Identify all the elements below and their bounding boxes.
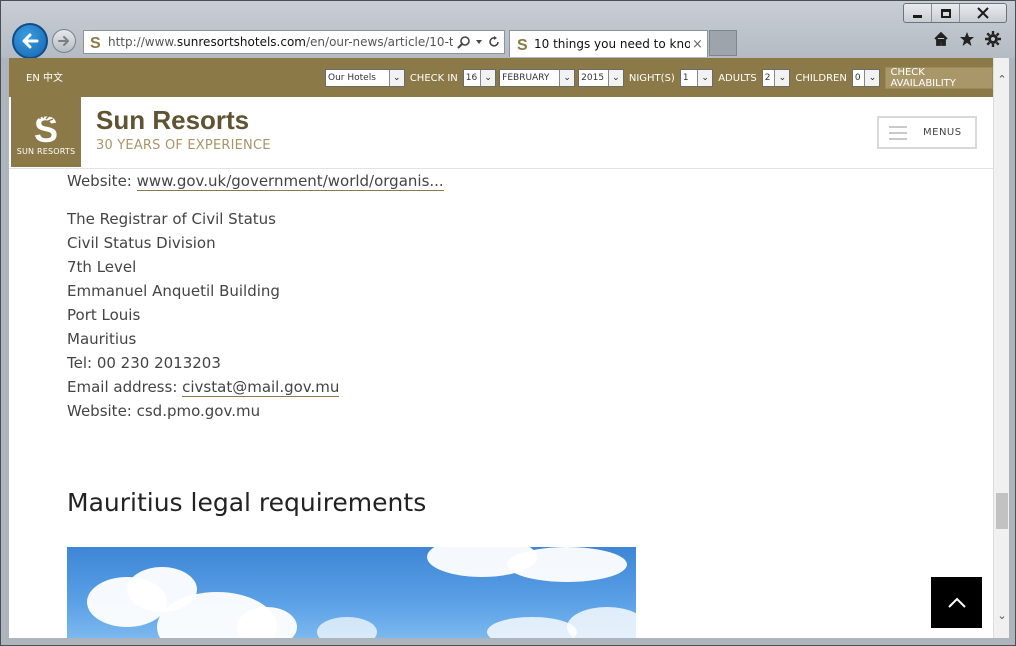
browser-window: S http://www.sunresortshotels.com/en/our…: [0, 0, 1016, 646]
site-header: S SUN RESORTS Sun Resorts 30 YEARS OF EX…: [9, 97, 993, 169]
tab-favicon-icon: S: [517, 37, 528, 52]
tab-title: 10 things you need to know...: [534, 37, 690, 51]
address-line: Mauritius: [67, 330, 137, 348]
email-line: Email address: civstat@mail.gov.mu: [67, 375, 927, 399]
website-link[interactable]: www.gov.uk/government/world/organis...: [136, 172, 444, 191]
chevron-down-icon: ⌄: [480, 70, 496, 86]
site-logo[interactable]: S SUN RESORTS: [11, 97, 81, 167]
website-line-2: Website: csd.pmo.gov.mu: [67, 402, 261, 420]
svg-text:S: S: [517, 37, 528, 52]
chevron-down-icon: ⌄: [864, 70, 880, 86]
favorites-star-icon[interactable]: [959, 31, 975, 47]
month-select[interactable]: FEBRUARY ⌄: [499, 69, 576, 87]
vertical-scrollbar[interactable]: ⌃ ⌄: [993, 58, 1009, 638]
nights-label: NIGHT(S): [628, 72, 675, 84]
back-button[interactable]: [12, 23, 48, 59]
maximize-icon: [940, 8, 951, 18]
minimize-icon: [913, 14, 922, 18]
address-line: The Registrar of Civil Status: [67, 210, 276, 228]
nights-select[interactable]: 1 ⌄: [679, 69, 714, 87]
adults-label: ADULTS: [718, 72, 757, 84]
brand-subtitle: 30 YEARS OF EXPERIENCE: [96, 138, 271, 153]
children-label: CHILDREN: [795, 72, 847, 84]
refresh-icon[interactable]: [487, 35, 501, 49]
address-line: Port Louis: [67, 306, 141, 324]
menus-label: MENUS: [923, 127, 962, 138]
email-label: Email address:: [67, 378, 183, 396]
section-heading: Mauritius legal requirements: [67, 488, 427, 517]
year-value: 2015: [581, 73, 605, 83]
menus-button[interactable]: MENUS: [877, 116, 977, 149]
chevron-down-icon: ⌄: [388, 70, 404, 86]
year-select[interactable]: 2015 ⌄: [578, 69, 624, 87]
adults-select[interactable]: 2 ⌄: [761, 69, 791, 87]
day-select[interactable]: 16 ⌄: [462, 69, 497, 87]
logo-caption: SUN RESORTS: [16, 146, 76, 156]
brand-title[interactable]: Sun Resorts: [96, 105, 249, 136]
check-availability-button[interactable]: CHECK AVAILABILITY: [885, 67, 993, 89]
chevron-down-icon: ⌄: [697, 70, 713, 86]
url-domain: sunresortshotels.com: [176, 35, 306, 49]
booking-form: Our Hotels ⌄ CHECK IN 16 ⌄ FEBRUARY ⌄ 2015 ⌄…: [325, 67, 993, 89]
home-icon[interactable]: [933, 31, 949, 47]
article-content: Website: www.gov.uk/government/world/org…: [67, 169, 927, 423]
chevron-up-icon: [947, 597, 966, 608]
chevron-down-icon: ⌄: [559, 70, 575, 86]
back-arrow-icon: [22, 33, 39, 49]
booking-bar: EN 中文 Our Hotels ⌄ CHECK IN 16 ⌄ FEBRUARY ⌄…: [9, 58, 993, 97]
hamburger-icon: [889, 125, 907, 140]
minimize-button[interactable]: [904, 4, 932, 22]
website-line: Website: www.gov.uk/government/world/org…: [67, 169, 927, 193]
url-path: /en/our-news/article/10-things: [306, 35, 453, 49]
address-line: Emmanuel Anquetil Building: [67, 282, 280, 300]
dropdown-icon[interactable]: [475, 38, 483, 46]
close-icon: [977, 7, 989, 19]
address-tools: [453, 35, 501, 49]
new-tab-button[interactable]: [709, 30, 737, 56]
language-switcher[interactable]: EN 中文: [26, 69, 63, 84]
tab-close-icon[interactable]: ×: [692, 37, 703, 52]
address-line: Civil Status Division: [67, 234, 216, 252]
hotel-select[interactable]: Our Hotels ⌄: [325, 69, 405, 87]
svg-text:S: S: [34, 109, 58, 145]
close-window-button[interactable]: [960, 4, 1006, 22]
address-bar[interactable]: S http://www.sunresortshotels.com/en/our…: [83, 30, 505, 54]
maximize-button[interactable]: [932, 4, 960, 22]
forward-button[interactable]: [52, 29, 76, 53]
nights-value: 1: [682, 73, 689, 83]
check-in-label: CHECK IN: [409, 72, 458, 84]
website-label: Website:: [67, 172, 137, 190]
month-value: FEBRUARY: [502, 73, 550, 83]
day-value: 16: [465, 73, 478, 83]
scroll-down-icon[interactable]: ⌄: [994, 606, 1010, 624]
adults-value: 2: [764, 73, 771, 83]
page-viewport: EN 中文 Our Hotels ⌄ CHECK IN 16 ⌄ FEBRUARY ⌄…: [9, 58, 993, 638]
scrollbar-thumb[interactable]: [996, 493, 1008, 529]
window-controls: [903, 3, 1007, 23]
browser-toolbar-icons: [933, 31, 1001, 47]
url-prefix: http://www.: [108, 35, 177, 49]
url-text[interactable]: http://www.sunresortshotels.com/en/our-n…: [108, 35, 453, 49]
search-icon[interactable]: [457, 35, 471, 49]
svg-text:S: S: [90, 35, 101, 50]
site-favicon-icon: S: [84, 31, 108, 53]
chevron-down-icon: ⌄: [607, 70, 623, 86]
back-to-top-button[interactable]: [931, 577, 982, 628]
hotel-select-value: Our Hotels: [328, 73, 376, 83]
chevron-down-icon: ⌄: [774, 70, 790, 86]
children-select[interactable]: 0 ⌄: [851, 69, 881, 87]
settings-gear-icon[interactable]: [985, 31, 1001, 47]
tab-active[interactable]: S 10 things you need to know... ×: [509, 30, 708, 57]
phone-line: Tel: 00 230 2013203: [67, 354, 221, 372]
sun-logo-icon: S: [34, 109, 58, 145]
address-line: 7th Level: [67, 258, 137, 276]
forward-arrow-icon: [58, 36, 69, 46]
children-value: 0: [854, 73, 861, 83]
article-image: [67, 547, 636, 638]
email-link[interactable]: civstat@mail.gov.mu: [182, 378, 340, 397]
scroll-up-icon[interactable]: ⌃: [994, 70, 1010, 88]
